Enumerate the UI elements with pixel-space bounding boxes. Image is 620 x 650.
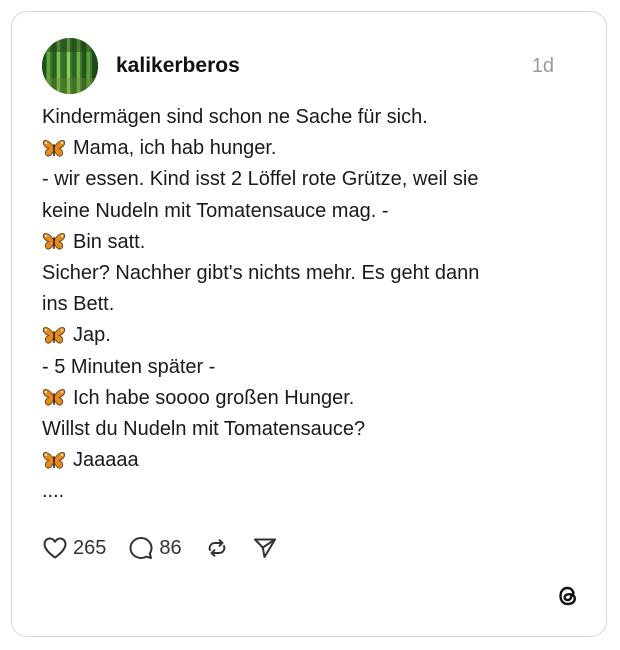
post-text-line: Mama, ich hab hunger. [42,133,582,164]
post-text-line: ins Bett. [42,289,582,320]
post-text: Ich habe soooo großen Hunger. [73,386,355,409]
like-button[interactable]: 265 [42,536,106,560]
action-bar: 265 86 [42,534,300,562]
butterfly-icon [42,387,66,409]
post-text-line: keine Nudeln mit Tomatensauce mag. - [42,196,582,227]
post-text: - wir essen. Kind isst 2 Löffel rote Grü… [42,168,479,191]
post-text: Bin satt. [73,230,146,253]
username[interactable]: kalikerberos [116,54,532,78]
heart-icon [42,536,68,560]
post-text-line: .... [42,476,582,507]
butterfly-icon [42,325,66,347]
post-text: Jaaaaa [73,449,139,472]
butterfly-icon [42,231,66,253]
post-text: Kindermägen sind schon ne Sache für sich… [42,106,428,128]
post-card: kalikerberos 1d Kindermägen sind schon n… [11,11,607,637]
butterfly-icon [42,138,66,160]
post-text-line: Willst du Nudeln mit Tomatensauce? [42,414,582,445]
avatar-image [42,38,98,94]
send-icon [252,536,278,560]
reply-count: 86 [159,536,182,559]
like-count: 265 [73,536,107,559]
share-button[interactable] [252,536,278,560]
post-text: Willst du Nudeln mit Tomatensauce? [42,418,366,441]
post-text-line: Sicher? Nachher gibt's nichts mehr. Es g… [42,258,582,289]
post-text: keine Nudeln mit Tomatensauce mag. - [42,199,389,222]
post-text: - 5 Minuten später - [42,355,216,378]
repost-icon [204,536,230,560]
repost-button[interactable] [204,536,230,560]
post-text-line: Jaaaaa [42,445,582,476]
post-text-line: - wir essen. Kind isst 2 Löffel rote Grü… [42,164,582,195]
post-text-line: Ich habe soooo großen Hunger. [42,383,582,414]
post-text-line: Kindermägen sind schon ne Sache für sich… [42,102,582,133]
butterfly-icon [42,450,66,472]
post-text-line: Bin satt. [42,227,582,258]
post-text: Sicher? Nachher gibt's nichts mehr. Es g… [42,262,480,285]
post-body: Kindermägen sind schon ne Sache für sich… [42,102,582,508]
post-text: Jap. [73,324,111,347]
comment-icon [128,536,154,560]
avatar[interactable] [42,38,98,94]
threads-logo-icon [554,582,582,610]
post-text: .... [42,480,65,503]
post-text: ins Bett. [42,293,115,316]
reply-button[interactable]: 86 [128,536,182,560]
post-text: Mama, ich hab hunger. [73,137,277,160]
post-text-line: Jap. [42,320,582,351]
post-header: kalikerberos 1d [42,38,554,94]
post-text-line: - 5 Minuten später - [42,352,582,383]
post-timestamp: 1d [531,54,554,77]
